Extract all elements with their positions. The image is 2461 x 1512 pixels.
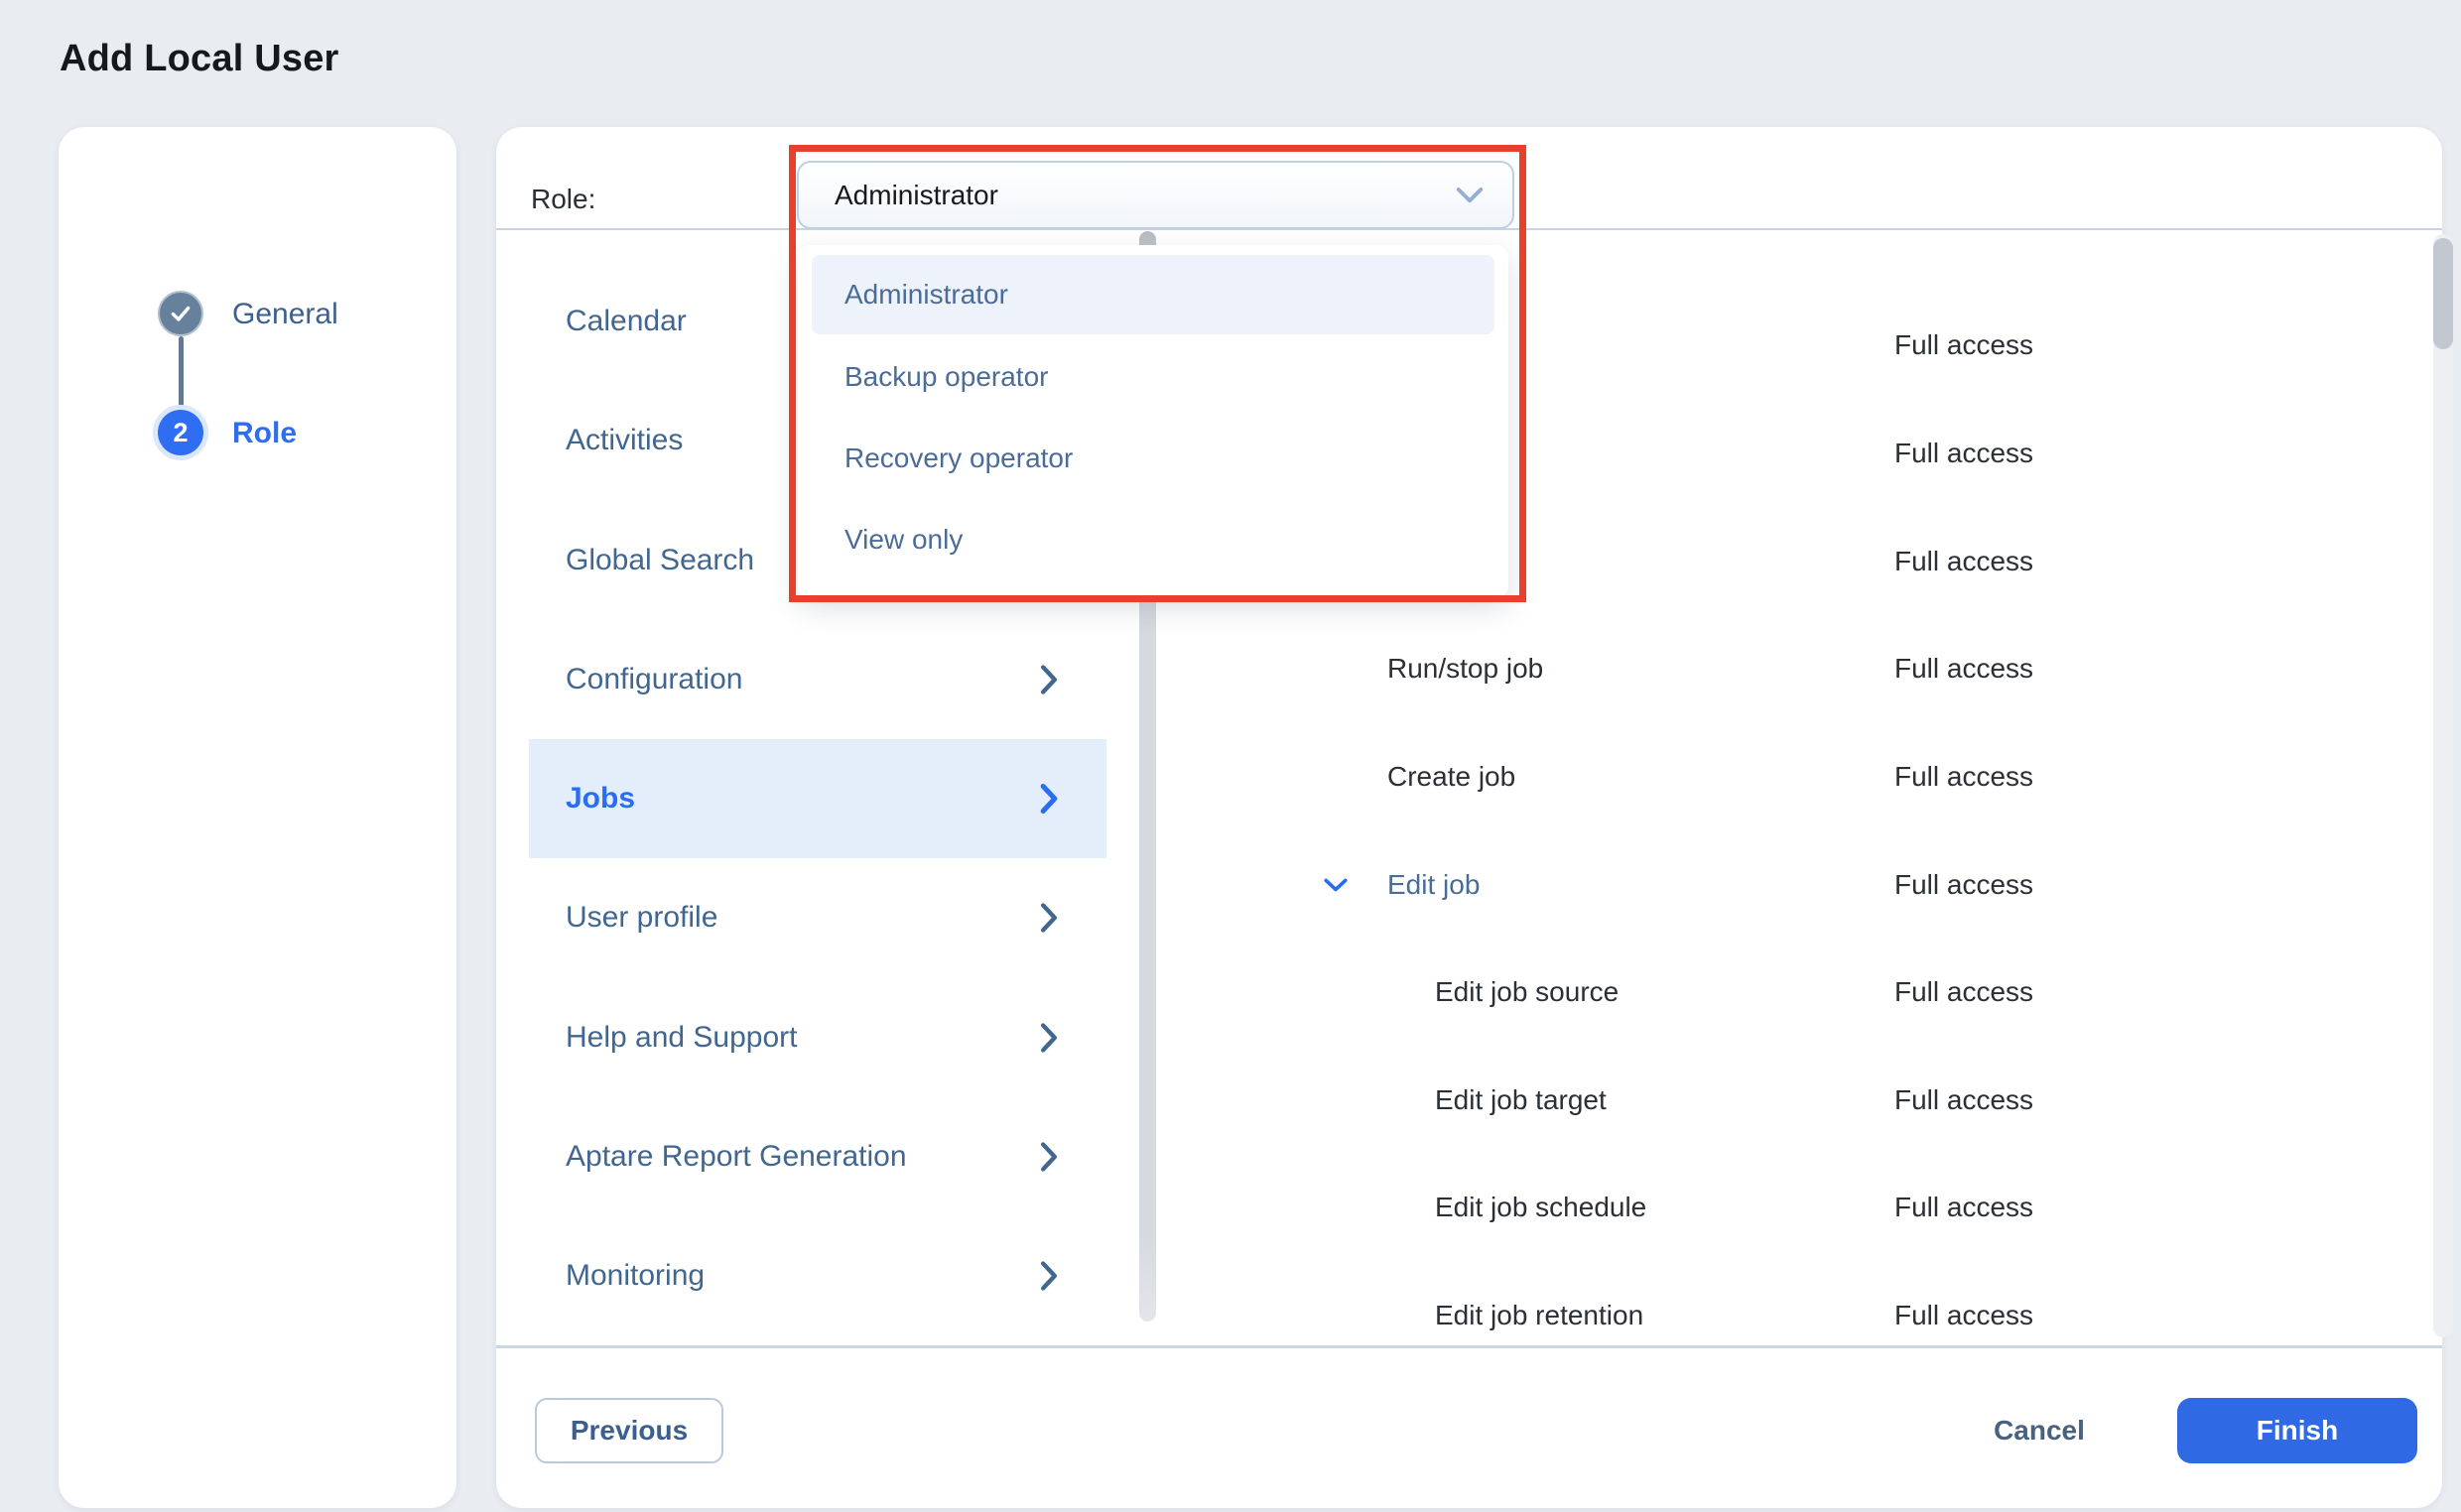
permission-row-edit-job-schedule: Edit job schedule Full access — [1151, 1154, 2402, 1261]
category-row-monitoring[interactable]: Monitoring — [529, 1216, 1106, 1335]
category-row-jobs[interactable]: Jobs — [529, 739, 1106, 858]
access-level-value: Full access — [1894, 1300, 2033, 1331]
chevron-right-icon — [1039, 663, 1059, 696]
role-option-view-only[interactable]: View only — [812, 500, 1494, 579]
chevron-right-icon — [1039, 1021, 1059, 1055]
step-general-indicator — [158, 291, 203, 336]
role-option-backup-operator[interactable]: Backup operator — [812, 337, 1494, 417]
permissions-scrollbar-track[interactable] — [2433, 234, 2453, 1337]
access-level-value: Full access — [1894, 546, 2033, 577]
role-select-value: Administrator — [799, 180, 998, 211]
chevron-down-icon — [1455, 187, 1485, 204]
chevron-right-icon — [1039, 901, 1059, 935]
access-level-value: Full access — [1894, 438, 2033, 469]
access-level-value: Full access — [1894, 976, 2033, 1008]
access-level-value: Full access — [1894, 869, 2033, 901]
access-level-value: Full access — [1894, 1192, 2033, 1223]
check-icon — [168, 301, 194, 326]
role-step-panel: Role: Calendar Activities Global Search … — [496, 127, 2442, 1508]
access-level-value: Full access — [1894, 761, 2033, 793]
role-select[interactable]: Administrator — [797, 161, 1514, 229]
finish-button[interactable]: Finish — [2177, 1398, 2417, 1463]
permissions-scrollbar-thumb[interactable] — [2433, 238, 2453, 349]
permission-row-edit-job-retention: Edit job retention Full access — [1151, 1262, 2402, 1369]
step-number: 2 — [173, 418, 188, 448]
add-local-user-wizard: Add Local User 2 General Role Role: Cale… — [0, 0, 2461, 1512]
chevron-right-icon — [1039, 1140, 1059, 1174]
chevron-right-icon — [1039, 1259, 1059, 1293]
category-row-configuration[interactable]: Configuration — [529, 620, 1106, 739]
permission-row-run-stop-job: Run/stop job Full access — [1151, 615, 2402, 722]
access-level-value: Full access — [1894, 329, 2033, 361]
role-option-administrator[interactable]: Administrator — [812, 255, 1494, 334]
stepper-item-role[interactable]: Role — [232, 417, 297, 450]
permission-row-edit-job-target: Edit job target Full access — [1151, 1047, 2402, 1154]
access-level-value: Full access — [1894, 653, 2033, 685]
page-title: Add Local User — [60, 38, 339, 80]
cancel-button[interactable]: Cancel — [1965, 1398, 2114, 1463]
stepper-connector — [179, 336, 184, 410]
role-option-recovery-operator[interactable]: Recovery operator — [812, 419, 1494, 498]
access-level-value: Full access — [1894, 1084, 2033, 1116]
permission-row-create-job: Create job Full access — [1151, 723, 2402, 830]
role-field-label: Role: — [531, 184, 595, 215]
step-role-indicator: 2 — [158, 410, 203, 455]
chevron-right-icon — [1039, 782, 1059, 816]
permission-row-edit-job-source: Edit job source Full access — [1151, 939, 2402, 1046]
chevron-down-icon[interactable] — [1323, 877, 1349, 893]
role-dropdown-menu: Administrator Backup operator Recovery o… — [798, 245, 1508, 598]
stepper-item-general[interactable]: General — [232, 298, 338, 331]
stepper-panel: 2 General Role — [59, 127, 456, 1508]
category-row-help-and-support[interactable]: Help and Support — [529, 978, 1106, 1097]
previous-button[interactable]: Previous — [535, 1398, 723, 1463]
category-row-aptare-report-generation[interactable]: Aptare Report Generation — [529, 1097, 1106, 1216]
permission-row-edit-job[interactable]: Edit job Full access — [1151, 831, 2402, 939]
category-row-user-profile[interactable]: User profile — [529, 858, 1106, 977]
